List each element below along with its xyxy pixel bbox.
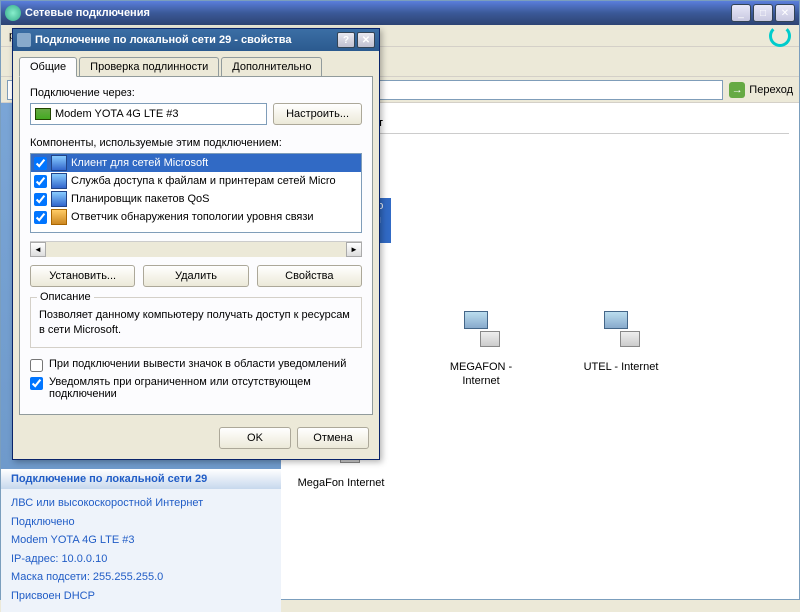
uninstall-button[interactable]: Удалить	[143, 265, 248, 287]
dialog-buttons: OK Отмена	[13, 421, 379, 459]
component-item[interactable]: Служба доступа к файлам и принтерам сете…	[31, 172, 361, 190]
component-checkbox[interactable]	[34, 157, 47, 170]
responder-icon	[51, 209, 67, 225]
details-title: Подключение по локальной сети 29	[1, 469, 281, 489]
component-label: Планировщик пакетов QoS	[71, 193, 210, 205]
install-button[interactable]: Установить...	[30, 265, 135, 287]
component-checkbox[interactable]	[34, 193, 47, 206]
dialog-titlebar[interactable]: Подключение по локальной сети 29 - свойс…	[13, 29, 379, 51]
component-label: Ответчик обнаружения топологии уровня св…	[71, 211, 314, 223]
configure-button[interactable]: Настроить...	[273, 103, 362, 125]
scroll-right-button[interactable]: ►	[346, 242, 362, 257]
detail-line: Маска подсети: 255.255.255.0	[11, 569, 271, 586]
tab-body: Подключение через: Modem YOTA 4G LTE #3 …	[19, 76, 373, 415]
device-icon	[600, 311, 642, 347]
connect-using-label: Подключение через:	[30, 87, 362, 99]
main-titlebar[interactable]: Сетевые подключения _ □ ✕	[1, 1, 799, 25]
maximize-button[interactable]: □	[753, 4, 773, 22]
main-title: Сетевые подключения	[25, 7, 731, 19]
go-label: Переход	[749, 84, 793, 96]
connection-label: MEGAFON - Internet	[431, 359, 531, 390]
tab-auth[interactable]: Проверка подлинности	[79, 57, 219, 76]
dialog-close-button[interactable]: ✕	[357, 32, 375, 48]
tab-advanced[interactable]: Дополнительно	[221, 57, 322, 76]
details-body: ЛВС или высокоскоростной Интернет Подклю…	[1, 489, 281, 612]
adapter-field[interactable]: Modem YOTA 4G LTE #3	[30, 103, 267, 125]
dialog-title: Подключение по локальной сети 29 - свойс…	[35, 34, 291, 46]
dialog-icon	[17, 33, 31, 47]
connection-label: MegaFon Internet	[295, 475, 388, 491]
cancel-button[interactable]: Отмена	[297, 427, 369, 449]
client-icon	[51, 155, 67, 171]
ok-button[interactable]: OK	[219, 427, 291, 449]
app-icon	[5, 5, 21, 21]
connection-label: UTEL - Internet	[581, 359, 662, 375]
components-listbox[interactable]: Клиент для сетей Microsoft Служба доступ…	[30, 153, 362, 233]
component-item[interactable]: Планировщик пакетов QoS	[31, 190, 361, 208]
tab-general[interactable]: Общие	[19, 57, 77, 77]
description-legend: Описание	[37, 291, 94, 303]
detail-line: ЛВС или высокоскоростной Интернет	[11, 495, 271, 512]
notify-limited-label[interactable]: Уведомлять при ограниченном или отсутств…	[49, 376, 362, 400]
detail-line: IP-адрес: 10.0.0.10	[11, 551, 271, 568]
nic-icon	[35, 108, 51, 120]
detail-line: Присвоен DHCP	[11, 588, 271, 605]
tab-strip: Общие Проверка подлинности Дополнительно	[13, 51, 379, 76]
adapter-name: Modem YOTA 4G LTE #3	[55, 108, 179, 120]
details-section: Подключение по локальной сети 29 ЛВС или…	[1, 469, 281, 612]
component-label: Клиент для сетей Microsoft	[71, 157, 208, 169]
description-text: Позволяет данному компьютеру получать до…	[39, 308, 353, 339]
properties-button[interactable]: Свойства	[257, 265, 362, 287]
detail-line: Подключено	[11, 514, 271, 531]
notify-limited-checkbox[interactable]	[30, 377, 43, 390]
component-checkbox[interactable]	[34, 175, 47, 188]
show-icon-label[interactable]: При подключении вывести значок в области…	[49, 358, 346, 370]
scroll-track[interactable]	[46, 242, 346, 257]
service-icon	[51, 173, 67, 189]
description-group: Описание Позволяет данному компьютеру по…	[30, 297, 362, 348]
connection-item[interactable]: MEGAFON - Internet	[431, 303, 531, 390]
listbox-hscroll[interactable]: ◄ ►	[30, 241, 362, 257]
component-item[interactable]: Клиент для сетей Microsoft	[31, 154, 361, 172]
scroll-left-button[interactable]: ◄	[30, 242, 46, 257]
go-button[interactable]: → Переход	[729, 82, 793, 98]
connection-item[interactable]: UTEL - Internet	[571, 303, 671, 390]
minimize-button[interactable]: _	[731, 4, 751, 22]
qos-icon	[51, 191, 67, 207]
help-button[interactable]: ?	[337, 32, 355, 48]
component-checkbox[interactable]	[34, 211, 47, 224]
component-label: Служба доступа к файлам и принтерам сете…	[71, 175, 336, 187]
go-arrow-icon: →	[729, 82, 745, 98]
close-button[interactable]: ✕	[775, 4, 795, 22]
components-label: Компоненты, используемые этим подключени…	[30, 137, 362, 149]
show-icon-checkbox[interactable]	[30, 359, 43, 372]
properties-dialog: Подключение по локальной сети 29 - свойс…	[12, 28, 380, 460]
component-item[interactable]: Ответчик обнаружения топологии уровня св…	[31, 208, 361, 226]
throbber-icon	[769, 25, 791, 47]
device-icon	[460, 311, 502, 347]
detail-line: Modem YOTA 4G LTE #3	[11, 532, 271, 549]
